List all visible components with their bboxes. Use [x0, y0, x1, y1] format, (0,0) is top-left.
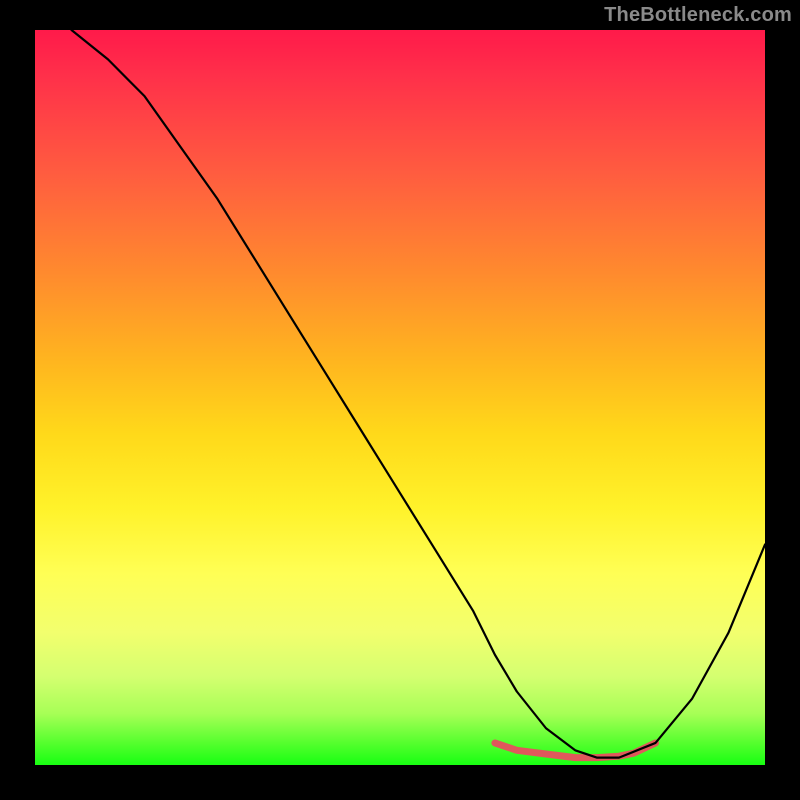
line-chart — [35, 30, 765, 765]
watermark-text: TheBottleneck.com — [604, 4, 792, 27]
plot-area — [35, 30, 765, 765]
bottleneck-curve — [72, 30, 766, 758]
chart-stage: TheBottleneck.com — [0, 0, 800, 800]
